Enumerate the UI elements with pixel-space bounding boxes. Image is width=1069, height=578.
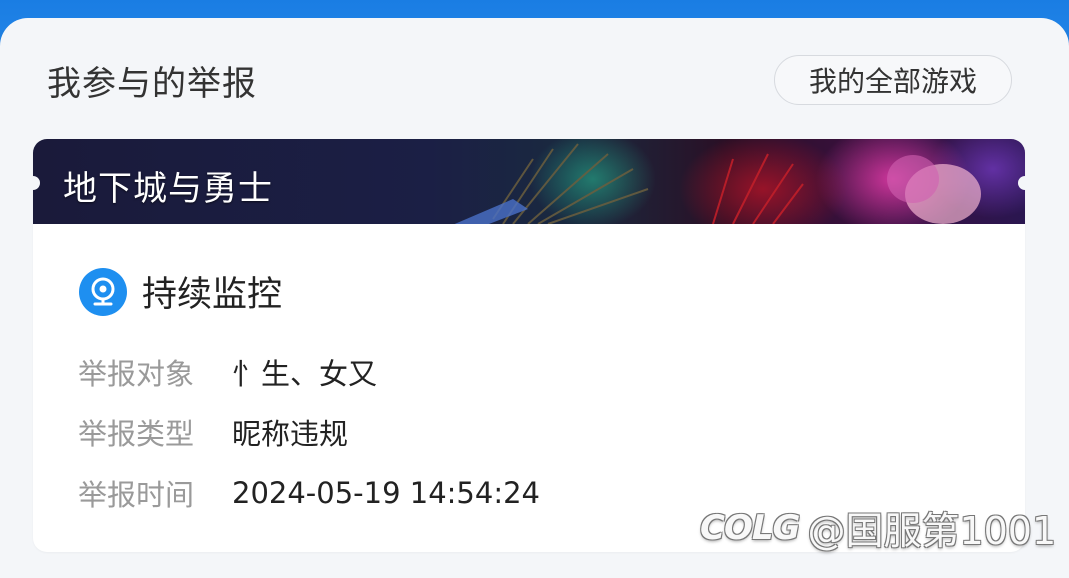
field-report-time: 举报时间 2024-05-19 14:54:24 [78,472,540,514]
field-value: 2024-05-19 14:54:24 [232,476,540,510]
game-banner: 地下城与勇士 [33,139,1025,224]
field-value: 忄生、女又 [232,357,378,391]
field-report-type: 举报类型 昵称违规 [78,411,348,453]
card-notch-right [1018,176,1032,190]
status-row: 持续监控 [78,266,282,317]
monitor-camera-icon [79,267,127,316]
field-value: 昵称违规 [232,417,349,451]
field-label: 举报对象 [78,357,195,391]
field-label: 举报时间 [78,478,195,512]
field-label: 举报类型 [78,417,195,451]
field-report-target: 举报对象 忄生、女又 [78,351,377,393]
page-title: 我参与的举报 [47,64,257,104]
game-name: 地下城与勇士 [63,169,273,209]
card-notch-left [26,176,40,190]
status-label: 持续监控 [142,275,283,315]
watermark: COLG @国服第1001 [700,500,1056,555]
watermark-text: @国服第1001 [807,509,1057,553]
watermark-logo: COLG [700,507,800,548]
all-games-button[interactable]: 我的全部游戏 [774,55,1012,105]
